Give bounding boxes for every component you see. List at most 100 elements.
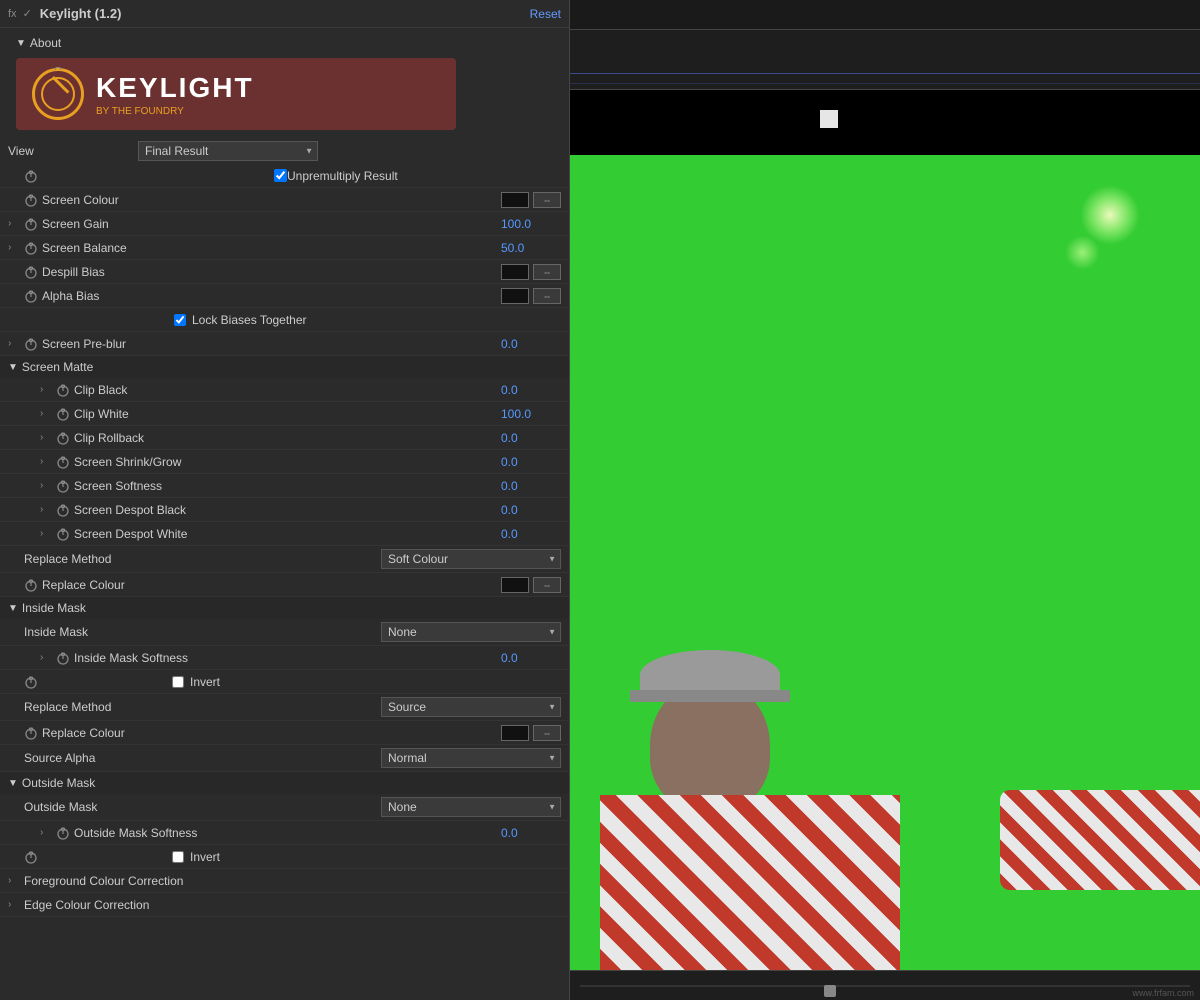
- stopwatch-icon-10: [56, 431, 70, 445]
- timeline-line-1: [570, 73, 1200, 74]
- clip-white-expand[interactable]: ›: [40, 408, 52, 419]
- alpha-bias-link[interactable]: ⇔: [533, 288, 561, 304]
- edge-colour-expand[interactable]: ›: [8, 899, 20, 910]
- replace-colour-2-link[interactable]: ⇔: [533, 725, 561, 741]
- clip-rollback-expand[interactable]: ›: [40, 432, 52, 443]
- foreground-colour-expand[interactable]: ›: [8, 875, 20, 886]
- outside-mask-dropdown-wrapper[interactable]: None Layer 1: [381, 797, 561, 817]
- screen-despot-white-value[interactable]: 0.0: [501, 527, 561, 541]
- about-toggle[interactable]: ▼ About: [16, 32, 561, 54]
- screen-preblur-label: Screen Pre-blur: [42, 337, 501, 351]
- source-alpha-dropdown-wrapper[interactable]: Normal Premultiplied Straight: [381, 748, 561, 768]
- inside-mask-softness-expand[interactable]: ›: [40, 652, 52, 663]
- replace-method-dropdown-wrapper[interactable]: Soft Colour Hard Colour Source: [381, 549, 561, 569]
- inside-mask-dropdown[interactable]: None Layer 1: [381, 622, 561, 642]
- despill-bias-label: Despill Bias: [42, 265, 501, 279]
- outside-mask-softness-value[interactable]: 0.0: [501, 826, 561, 840]
- despill-bias-row: Despill Bias ⇔: [0, 260, 569, 284]
- outside-mask-softness-expand[interactable]: ›: [40, 827, 52, 838]
- screen-shrink-grow-value[interactable]: 0.0: [501, 455, 561, 469]
- clip-black-value[interactable]: 0.0: [501, 383, 561, 397]
- replace-colour-label: Replace Colour: [42, 578, 501, 592]
- preview-area: [570, 90, 1200, 970]
- logo-text: KEYLIGHT: [96, 72, 254, 103]
- clip-white-value[interactable]: 100.0: [501, 407, 561, 421]
- despill-bias-swatch[interactable]: [501, 264, 529, 280]
- inside-mask-softness-row: › Inside Mask Softness 0.0: [0, 646, 569, 670]
- screen-balance-value[interactable]: 50.0: [501, 241, 561, 255]
- replace-method-2-dropdown[interactable]: Source Soft Colour Hard Colour: [381, 697, 561, 717]
- person-body: [600, 795, 900, 970]
- screen-preblur-value[interactable]: 0.0: [501, 337, 561, 351]
- clip-black-expand[interactable]: ›: [40, 384, 52, 395]
- replace-colour-2-swatch[interactable]: [501, 725, 529, 741]
- stopwatch-icon-3: [24, 217, 38, 231]
- plugin-header: fx ✓ Keylight (1.2) Reset: [0, 0, 569, 28]
- screen-softness-row: › Screen Softness 0.0: [0, 474, 569, 498]
- preview-image-area: [570, 155, 1200, 970]
- screen-despot-black-value[interactable]: 0.0: [501, 503, 561, 517]
- outside-mask-softness-row: › Outside Mask Softness 0.0: [0, 821, 569, 845]
- invert-checkbox[interactable]: [172, 676, 184, 688]
- inside-mask-softness-label: Inside Mask Softness: [74, 651, 501, 665]
- screen-colour-link[interactable]: ⇔: [533, 192, 561, 208]
- inside-mask-softness-value[interactable]: 0.0: [501, 651, 561, 665]
- view-dropdown-wrapper[interactable]: Final Result Screen Matte Status Interme…: [138, 141, 318, 161]
- screen-colour-swatch[interactable]: [501, 192, 529, 208]
- bottom-timeline[interactable]: www.frfam.com: [570, 970, 1200, 1000]
- replace-colour-2-row: Replace Colour ⇔: [0, 721, 569, 745]
- about-label: About: [30, 36, 61, 50]
- screen-gain-expand[interactable]: ›: [8, 218, 20, 229]
- despill-bias-link[interactable]: ⇔: [533, 264, 561, 280]
- alpha-bias-swatch[interactable]: [501, 288, 529, 304]
- screen-softness-expand[interactable]: ›: [40, 480, 52, 491]
- inside-mask-row: Inside Mask None Layer 1: [0, 619, 569, 646]
- plugin-name: Keylight (1.2): [40, 6, 122, 21]
- view-label: View: [8, 144, 138, 158]
- logo-subtitle: BY THE FOUNDRY: [96, 106, 254, 117]
- invert-row: Invert: [0, 670, 569, 694]
- screen-matte-header[interactable]: ▼ Screen Matte: [0, 356, 569, 378]
- view-dropdown[interactable]: Final Result Screen Matte Status Interme…: [138, 141, 318, 161]
- source-alpha-label: Source Alpha: [24, 751, 381, 765]
- logo-circle: [32, 68, 84, 120]
- outside-mask-header[interactable]: ▼ Outside Mask: [0, 772, 569, 794]
- unpremultiply-row: Unpremultiply Result: [0, 164, 569, 188]
- edge-colour-label: Edge Colour Correction: [24, 898, 561, 912]
- screen-gain-value[interactable]: 100.0: [501, 217, 561, 231]
- replace-method-dropdown[interactable]: Soft Colour Hard Colour Source: [381, 549, 561, 569]
- replace-colour-link[interactable]: ⇔: [533, 577, 561, 593]
- screen-balance-row: › Screen Balance 50.0: [0, 236, 569, 260]
- stopwatch-icon-8: [56, 383, 70, 397]
- reset-button[interactable]: Reset: [530, 7, 561, 21]
- screen-preblur-row: › Screen Pre-blur 0.0: [0, 332, 569, 356]
- inside-mask-dropdown-wrapper[interactable]: None Layer 1: [381, 622, 561, 642]
- inside-mask-header[interactable]: ▼ Inside Mask: [0, 597, 569, 619]
- invert-2-checkbox[interactable]: [172, 851, 184, 863]
- screen-shrink-grow-expand[interactable]: ›: [40, 456, 52, 467]
- screen-balance-expand[interactable]: ›: [8, 242, 20, 253]
- screen-softness-value[interactable]: 0.0: [501, 479, 561, 493]
- screen-despot-white-row: › Screen Despot White 0.0: [0, 522, 569, 546]
- clip-rollback-value[interactable]: 0.0: [501, 431, 561, 445]
- screen-despot-white-expand[interactable]: ›: [40, 528, 52, 539]
- replace-method-2-dropdown-wrapper[interactable]: Source Soft Colour Hard Colour: [381, 697, 561, 717]
- person-arm-right: [1000, 790, 1200, 890]
- screen-despot-black-expand[interactable]: ›: [40, 504, 52, 515]
- replace-colour-2-label: Replace Colour: [42, 726, 501, 740]
- replace-colour-swatch[interactable]: [501, 577, 529, 593]
- right-panel: www.frfam.com: [570, 0, 1200, 1000]
- replace-method-row: Replace Method Soft Colour Hard Colour S…: [0, 546, 569, 573]
- unpremultiply-checkbox[interactable]: [274, 169, 287, 182]
- screen-gain-label: Screen Gain: [42, 217, 501, 231]
- outside-mask-dropdown[interactable]: None Layer 1: [381, 797, 561, 817]
- screen-preblur-expand[interactable]: ›: [8, 338, 20, 349]
- about-triangle: ▼: [16, 38, 26, 49]
- source-alpha-dropdown[interactable]: Normal Premultiplied Straight: [381, 748, 561, 768]
- screen-balance-label: Screen Balance: [42, 241, 501, 255]
- stopwatch-icon-1: [24, 169, 38, 183]
- timeline-area-top: [570, 30, 1200, 90]
- lock-biases-checkbox[interactable]: [174, 314, 186, 326]
- stopwatch-icon-15: [24, 578, 38, 592]
- timeline-thumb[interactable]: [824, 985, 836, 997]
